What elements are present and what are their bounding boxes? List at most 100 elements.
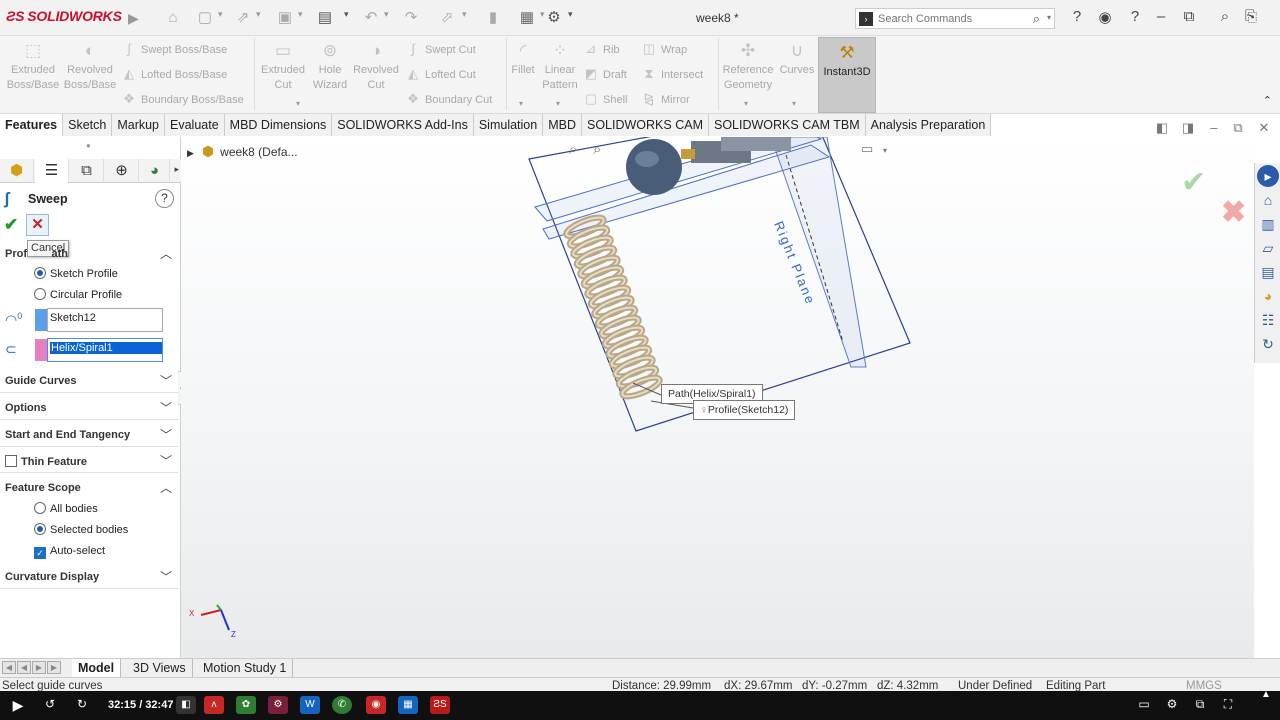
intersect-button[interactable]: ⧗ Intersect [640, 64, 703, 84]
zoom-search-icon[interactable]: ⌕ [1214, 8, 1236, 25]
feature-manager-tab-icon[interactable]: ⬢ [0, 159, 34, 183]
boundary-cut-button[interactable]: ❖ Boundary Cut [404, 89, 492, 109]
doc-close-icon[interactable]: ✕ [1256, 120, 1272, 136]
tile-right-icon[interactable]: ◨ [1180, 120, 1196, 136]
print-dropdown-icon[interactable]: ▾ [344, 9, 354, 20]
print-icon[interactable]: ▤ [314, 7, 336, 29]
tab-markup[interactable]: Markup [112, 114, 166, 136]
wrap-button[interactable]: ◫ Wrap [640, 39, 687, 59]
taskbar-app-icon[interactable]: ◧ [176, 696, 196, 714]
tile-left-icon[interactable]: ◧ [1154, 120, 1170, 136]
swept-boss-button[interactable]: ∫ Swept Boss/Base [120, 39, 227, 59]
configuration-manager-tab-icon[interactable]: ⧉ [70, 159, 104, 183]
search-commands-box[interactable]: › ⌕ ▾ [855, 8, 1055, 29]
tab-analysis-preparation[interactable]: Analysis Preparation [865, 114, 992, 136]
boundary-boss-button[interactable]: ❖ Boundary Boss/Base [120, 89, 244, 109]
next-tab-arrow-icon[interactable]: ▶ [32, 661, 46, 674]
taskbar-app-icon[interactable]: ◉ [366, 696, 386, 714]
lofted-boss-button[interactable]: ◭ Lofted Boss/Base [120, 64, 227, 84]
selected-bodies-radio[interactable]: Selected bodies [34, 521, 128, 539]
rebuild-icon[interactable]: ▮ [482, 7, 504, 29]
settings-icon[interactable]: ⚙ [1162, 697, 1182, 711]
tangency-group-header[interactable]: Start and End Tangency ﹀ [0, 425, 178, 447]
feature-scope-group-header[interactable]: Feature Scope ︿ [0, 478, 178, 500]
solidworks-resources-icon[interactable]: ▸ [1257, 165, 1279, 187]
help-icon[interactable]: ? [1066, 8, 1088, 25]
tab-evaluate[interactable]: Evaluate [165, 114, 225, 136]
doc-restore-icon[interactable]: ⧉ [1230, 120, 1246, 136]
subtitles-icon[interactable]: ▭ [1134, 697, 1154, 711]
chevron-down-icon[interactable]: ﹀ [160, 426, 172, 443]
draft-button[interactable]: ◩ Draft [582, 64, 627, 84]
swept-cut-button[interactable]: ∫ Swept Cut [404, 39, 476, 59]
tab-model[interactable]: Model [72, 659, 122, 677]
close-window-icon[interactable]: ⎘ [1240, 8, 1262, 25]
taskbar-overflow-icon[interactable]: ▲ [1256, 689, 1276, 700]
save-dropdown-icon[interactable]: ▾ [298, 9, 308, 20]
recovery-icon[interactable]: ↻ [1257, 333, 1279, 355]
forward-10-icon[interactable]: ↻ [72, 697, 92, 711]
mechanism-part[interactable] [721, 137, 791, 151]
linear-pattern-button[interactable]: ⁘ Linear Pattern [540, 40, 580, 93]
appearances-icon[interactable]: ◕ [1257, 285, 1279, 307]
extruded-boss-button[interactable]: ⬚ Extruded Boss/Base [6, 40, 60, 93]
select-icon[interactable]: ⬀ [436, 7, 458, 29]
profile-path-group-header[interactable]: Prof ath ︿ [0, 244, 178, 266]
chevron-down-icon[interactable]: ﹀ [160, 452, 172, 469]
extruded-cut-button[interactable]: ▭ Extruded Cut [258, 40, 308, 93]
helix-spring[interactable] [563, 214, 663, 400]
search-input[interactable] [878, 11, 1028, 27]
curves-button[interactable]: ∪ Curves [778, 40, 816, 78]
user-account-icon[interactable]: ◉ [1094, 8, 1116, 26]
options-gear-icon[interactable]: ⚙ [543, 7, 565, 29]
curvature-display-group-header[interactable]: Curvature Display ﹀ [0, 567, 178, 589]
select-dropdown-icon[interactable]: ▾ [462, 9, 472, 20]
tab-mbd-dimensions[interactable]: MBD Dimensions [224, 114, 333, 136]
rewind-10-icon[interactable]: ↺ [40, 697, 60, 711]
chevron-down-icon[interactable]: ﹀ [160, 399, 172, 416]
circular-profile-radio[interactable]: Circular Profile [34, 286, 122, 304]
expand-arrow-icon[interactable]: ▶ [187, 148, 194, 158]
tab-motion-study-1[interactable]: Motion Study 1 [197, 659, 294, 677]
rib-button[interactable]: ⊿ Rib [582, 39, 620, 59]
panel-grip-icon[interactable]: ● [86, 141, 91, 150]
solidworks-taskbar-icon[interactable]: ƧS [430, 696, 450, 714]
revolved-boss-button[interactable]: ◐ Revolved Boss/Base [62, 40, 118, 93]
search-dropdown-icon[interactable]: ▾ [1047, 13, 1051, 22]
shell-button[interactable]: ▢ Shell [582, 89, 628, 109]
tab-solidworks-add-ins[interactable]: SOLIDWORKS Add-Ins [332, 114, 474, 136]
search-icon[interactable]: ⌕ [1033, 11, 1040, 27]
file-explorer-icon[interactable]: ▱ [1257, 237, 1279, 259]
restore-icon[interactable]: ⧉ [1178, 8, 1200, 25]
chevron-down-icon[interactable]: ﹀ [160, 568, 172, 585]
instant3d-button[interactable]: ⚒ Instant3D [818, 37, 876, 113]
fillet-dropdown-icon[interactable]: ▾ [519, 99, 523, 108]
mirror-button[interactable]: ⧎ Mirror [640, 89, 690, 109]
reference-geometry-button[interactable]: ✣ Reference Geometry [720, 40, 776, 93]
tab-solidworks-cam-tbm[interactable]: SOLIDWORKS CAM TBM [709, 114, 866, 136]
confirm-ok-icon[interactable]: ✔ [1181, 165, 1206, 200]
undo-icon[interactable]: ↶ [360, 7, 382, 29]
chevron-up-icon[interactable]: ︿ [160, 245, 172, 262]
graphics-area[interactable]: X Z ▶ ⬢ week8 (Defa... Right Plane ⌕ ⌕ ▭ ▾… [181, 137, 1254, 658]
dimxpert-manager-tab-icon[interactable]: ⊕ [105, 159, 139, 183]
zoom-to-fit-icon[interactable]: ⌕ [569, 141, 577, 158]
thin-feature-checkbox[interactable] [5, 455, 17, 467]
reference-geometry-dropdown-icon[interactable]: ▾ [744, 99, 748, 108]
miniplayer-icon[interactable]: ⧉ [1190, 697, 1210, 712]
hole-wizard-button[interactable]: ⊚ Hole Wizard [308, 40, 352, 93]
display-manager-tab-icon[interactable]: ◕ [140, 159, 170, 183]
sphere-body[interactable] [626, 139, 682, 195]
open-icon[interactable]: ⇗ [232, 7, 254, 29]
fullscreen-icon[interactable]: ⛶ [1218, 697, 1238, 712]
thin-feature-group-header[interactable]: Thin Feature ﹀ [0, 451, 178, 473]
profile-selection-box[interactable]: Sketch12 [47, 308, 163, 332]
confirm-cancel-icon[interactable]: ✖ [1221, 195, 1246, 230]
doc-minimize-icon[interactable]: – [1206, 120, 1222, 135]
design-library-icon[interactable]: ▥ [1257, 213, 1279, 235]
ribbon-collapse-icon[interactable]: ⌃ [1263, 94, 1272, 107]
last-tab-arrow-icon[interactable]: ▶ [47, 661, 61, 674]
cancel-x-button[interactable]: ✕ [26, 214, 49, 236]
fillet-button[interactable]: ◜ Fillet [508, 40, 538, 78]
zoom-area-icon[interactable]: ⌕ [593, 141, 601, 158]
